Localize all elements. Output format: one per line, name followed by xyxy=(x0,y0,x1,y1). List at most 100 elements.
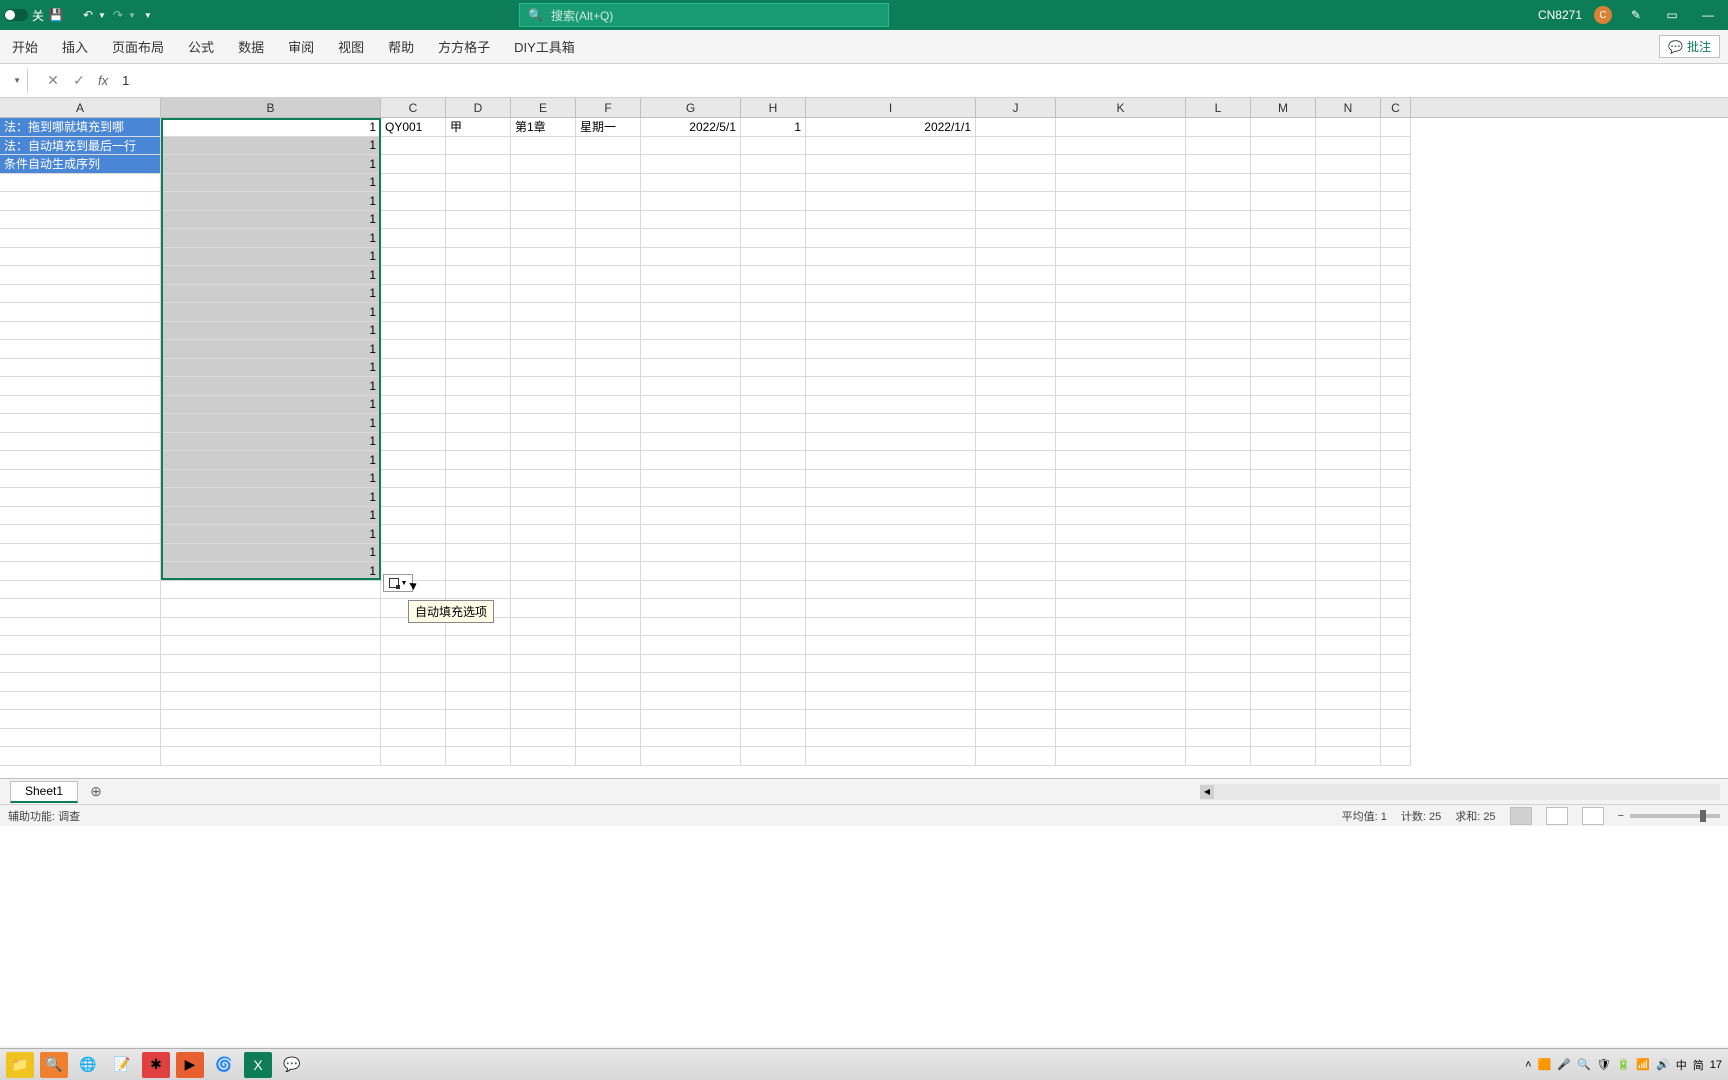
cell[interactable] xyxy=(741,155,806,174)
cell[interactable] xyxy=(1251,192,1316,211)
cell[interactable] xyxy=(511,192,576,211)
cell[interactable]: 1 xyxy=(161,525,381,544)
cell[interactable] xyxy=(1056,544,1186,563)
cell[interactable] xyxy=(576,655,641,674)
cell[interactable] xyxy=(641,414,741,433)
cell[interactable] xyxy=(1056,155,1186,174)
cell[interactable] xyxy=(511,211,576,230)
cell[interactable] xyxy=(576,618,641,637)
cell[interactable] xyxy=(741,285,806,304)
cell[interactable] xyxy=(1056,414,1186,433)
cell[interactable] xyxy=(1381,433,1411,452)
cell[interactable] xyxy=(511,451,576,470)
col-header[interactable]: A xyxy=(0,98,161,117)
redo-dropdown-icon[interactable]: ▼ xyxy=(128,11,136,20)
undo-dropdown-icon[interactable]: ▼ xyxy=(98,11,106,20)
cell[interactable] xyxy=(0,285,161,304)
cell[interactable] xyxy=(641,636,741,655)
cell[interactable] xyxy=(381,710,446,729)
cell[interactable] xyxy=(641,729,741,748)
cell[interactable] xyxy=(1251,137,1316,156)
cell[interactable] xyxy=(806,377,976,396)
cell[interactable]: 1 xyxy=(161,451,381,470)
cell[interactable] xyxy=(511,433,576,452)
cell[interactable] xyxy=(446,396,511,415)
cell[interactable] xyxy=(1316,118,1381,137)
cell[interactable] xyxy=(0,433,161,452)
cell[interactable] xyxy=(446,692,511,711)
cell[interactable] xyxy=(446,137,511,156)
cell[interactable] xyxy=(381,192,446,211)
cell[interactable] xyxy=(446,562,511,581)
cell[interactable] xyxy=(381,729,446,748)
cell[interactable] xyxy=(1056,118,1186,137)
cell[interactable]: 1 xyxy=(161,507,381,526)
cell[interactable] xyxy=(511,155,576,174)
cell[interactable] xyxy=(161,599,381,618)
cell[interactable] xyxy=(1381,636,1411,655)
cell[interactable] xyxy=(641,433,741,452)
cell[interactable]: 1 xyxy=(161,192,381,211)
cell[interactable] xyxy=(741,340,806,359)
cell[interactable] xyxy=(511,322,576,341)
cell[interactable] xyxy=(446,710,511,729)
cell[interactable] xyxy=(1316,451,1381,470)
cell[interactable] xyxy=(446,451,511,470)
cell[interactable] xyxy=(1251,581,1316,600)
cell[interactable] xyxy=(1381,192,1411,211)
cell[interactable] xyxy=(0,248,161,267)
add-sheet-button[interactable]: ⊕ xyxy=(86,782,106,802)
cell[interactable] xyxy=(446,636,511,655)
cell[interactable] xyxy=(0,618,161,637)
cell[interactable]: 1 xyxy=(161,174,381,193)
cell[interactable] xyxy=(1056,322,1186,341)
cell[interactable] xyxy=(576,581,641,600)
cell[interactable]: 1 xyxy=(161,155,381,174)
cell[interactable] xyxy=(1056,377,1186,396)
cell[interactable] xyxy=(381,137,446,156)
cell[interactable] xyxy=(806,599,976,618)
cell[interactable] xyxy=(1251,285,1316,304)
cell[interactable] xyxy=(976,673,1056,692)
cell[interactable] xyxy=(1381,692,1411,711)
cell[interactable] xyxy=(1186,433,1251,452)
cell[interactable] xyxy=(0,451,161,470)
cell[interactable] xyxy=(741,673,806,692)
cell[interactable] xyxy=(1316,266,1381,285)
cell[interactable] xyxy=(1251,248,1316,267)
cell[interactable] xyxy=(1186,137,1251,156)
cell[interactable] xyxy=(1056,174,1186,193)
cell[interactable] xyxy=(511,229,576,248)
cell[interactable] xyxy=(806,266,976,285)
cell[interactable] xyxy=(381,488,446,507)
cell[interactable] xyxy=(511,636,576,655)
cell[interactable] xyxy=(381,414,446,433)
cell[interactable] xyxy=(1056,303,1186,322)
cell[interactable] xyxy=(511,488,576,507)
cell[interactable] xyxy=(511,747,576,766)
cell[interactable] xyxy=(1381,655,1411,674)
cell[interactable] xyxy=(806,729,976,748)
cell[interactable] xyxy=(641,507,741,526)
cell[interactable] xyxy=(576,636,641,655)
taskbar-wechat-icon[interactable]: 💬 xyxy=(278,1052,306,1078)
cell[interactable] xyxy=(976,729,1056,748)
cell[interactable] xyxy=(806,655,976,674)
cell[interactable] xyxy=(576,507,641,526)
cell[interactable] xyxy=(0,507,161,526)
cell[interactable] xyxy=(1251,729,1316,748)
cell[interactable] xyxy=(641,581,741,600)
cell[interactable] xyxy=(1381,359,1411,378)
cell[interactable]: 1 xyxy=(161,488,381,507)
cell[interactable] xyxy=(1186,562,1251,581)
cell[interactable] xyxy=(1316,174,1381,193)
cell[interactable] xyxy=(976,470,1056,489)
cell[interactable] xyxy=(576,599,641,618)
tab-home[interactable]: 开始 xyxy=(0,30,50,64)
cell[interactable] xyxy=(1186,710,1251,729)
cell[interactable]: 1 xyxy=(161,470,381,489)
cell[interactable] xyxy=(976,618,1056,637)
cell[interactable] xyxy=(446,655,511,674)
cell[interactable] xyxy=(806,137,976,156)
cell[interactable]: 1 xyxy=(161,248,381,267)
